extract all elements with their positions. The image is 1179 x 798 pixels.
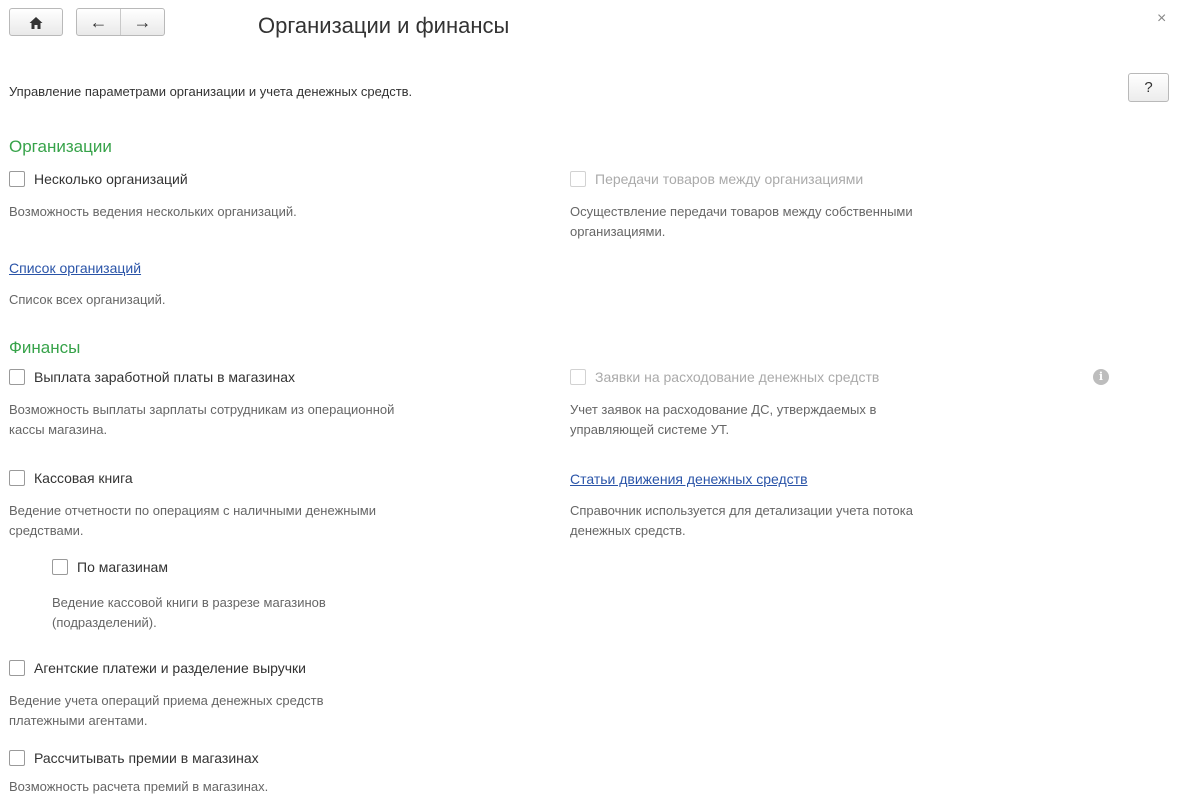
cashbook-note: Ведение отчетности по операциям с наличн… bbox=[9, 501, 376, 541]
note-line: средствами. bbox=[9, 523, 84, 538]
page-description: Управление параметрами организации и уче… bbox=[9, 84, 413, 99]
page-title: Организации и финансы bbox=[258, 13, 510, 38]
history-nav: ← → bbox=[76, 8, 165, 36]
arrow-right-icon: → bbox=[133, 12, 152, 32]
info-icon[interactable]: i bbox=[1093, 369, 1109, 385]
note-line: Справочник используется для детализации … bbox=[570, 503, 913, 518]
checkbox-box[interactable] bbox=[9, 750, 25, 766]
note-line: денежных средств. bbox=[570, 523, 686, 538]
transfer-checkbox[interactable]: Передачи товаров между организациями bbox=[570, 171, 863, 187]
requests-checkbox[interactable]: Заявки на расходование денежных средств bbox=[570, 369, 879, 385]
forward-button[interactable]: → bbox=[121, 9, 164, 35]
multi-org-checkbox[interactable]: Несколько организаций bbox=[9, 171, 188, 187]
close-icon[interactable]: × bbox=[1157, 10, 1166, 28]
note-line: управляющей системе УТ. bbox=[570, 422, 730, 437]
note-line: Ведение учета операций приема денежных с… bbox=[9, 693, 324, 708]
cashflow-note: Справочник используется для детализации … bbox=[570, 501, 913, 541]
note-line: платежными агентами. bbox=[9, 713, 148, 728]
checkbox-label: По магазинам bbox=[77, 559, 168, 575]
organizations-list-link[interactable]: Список организаций bbox=[9, 260, 141, 276]
section-organizations-title: Организации bbox=[9, 137, 112, 156]
checkbox-label: Выплата заработной платы в магазинах bbox=[34, 369, 295, 385]
by-stores-note: Ведение кассовой книги в разрезе магазин… bbox=[52, 593, 326, 633]
requests-note: Учет заявок на расходование ДС, утвержда… bbox=[570, 400, 876, 440]
section-finance-title: Финансы bbox=[9, 338, 81, 357]
by-stores-checkbox[interactable]: По магазинам bbox=[52, 559, 168, 575]
home-button[interactable] bbox=[9, 8, 63, 36]
transfer-note: Осуществление передачи товаров между соб… bbox=[570, 202, 913, 242]
checkbox-box[interactable] bbox=[52, 559, 68, 575]
bonus-checkbox[interactable]: Рассчитывать премии в магазинах bbox=[9, 750, 259, 766]
checkbox-box[interactable] bbox=[9, 470, 25, 486]
agent-payments-note: Ведение учета операций приема денежных с… bbox=[9, 691, 324, 731]
note-line: организациями. bbox=[570, 224, 666, 239]
checkbox-label: Агентские платежи и разделение выручки bbox=[34, 660, 306, 676]
checkbox-box[interactable] bbox=[9, 369, 25, 385]
checkbox-label: Передачи товаров между организациями bbox=[595, 171, 864, 187]
salary-note: Возможность выплаты зарплаты сотрудникам… bbox=[9, 400, 394, 440]
agent-payments-checkbox[interactable]: Агентские платежи и разделение выручки bbox=[9, 660, 306, 676]
checkbox-label: Несколько организаций bbox=[34, 171, 188, 187]
back-button[interactable]: ← bbox=[77, 9, 121, 35]
salary-checkbox[interactable]: Выплата заработной платы в магазинах bbox=[9, 369, 295, 385]
checkbox-label: Кассовая книга bbox=[34, 470, 133, 486]
note-line: Возможность выплаты зарплаты сотрудникам… bbox=[9, 402, 395, 417]
checkbox-box[interactable] bbox=[9, 660, 25, 676]
note-line: Ведение кассовой книги в разрезе магазин… bbox=[52, 595, 326, 610]
checkbox-box[interactable] bbox=[570, 171, 586, 187]
cashflow-items-link[interactable]: Статьи движения денежных средств bbox=[570, 471, 808, 487]
home-icon bbox=[10, 9, 62, 35]
arrow-left-icon: ← bbox=[89, 12, 108, 32]
note-line: Ведение отчетности по операциям с наличн… bbox=[9, 503, 376, 518]
checkbox-label: Рассчитывать премии в магазинах bbox=[34, 750, 259, 766]
note-line: Учет заявок на расходование ДС, утвержда… bbox=[570, 402, 877, 417]
checkbox-box[interactable] bbox=[570, 369, 586, 385]
note-line: кассы магазина. bbox=[9, 422, 108, 437]
help-button[interactable]: ? bbox=[1128, 73, 1169, 102]
checkbox-label: Заявки на расходование денежных средств bbox=[595, 369, 880, 385]
multi-org-note: Возможность ведения нескольких организац… bbox=[9, 204, 297, 219]
bonus-note: Возможность расчета премий в магазинах. bbox=[9, 779, 269, 794]
note-line: (подразделений). bbox=[52, 615, 157, 630]
organizations-list-note: Список всех организаций. bbox=[9, 292, 166, 307]
checkbox-box[interactable] bbox=[9, 171, 25, 187]
note-line: Осуществление передачи товаров между соб… bbox=[570, 204, 913, 219]
cashbook-checkbox[interactable]: Кассовая книга bbox=[9, 470, 133, 486]
